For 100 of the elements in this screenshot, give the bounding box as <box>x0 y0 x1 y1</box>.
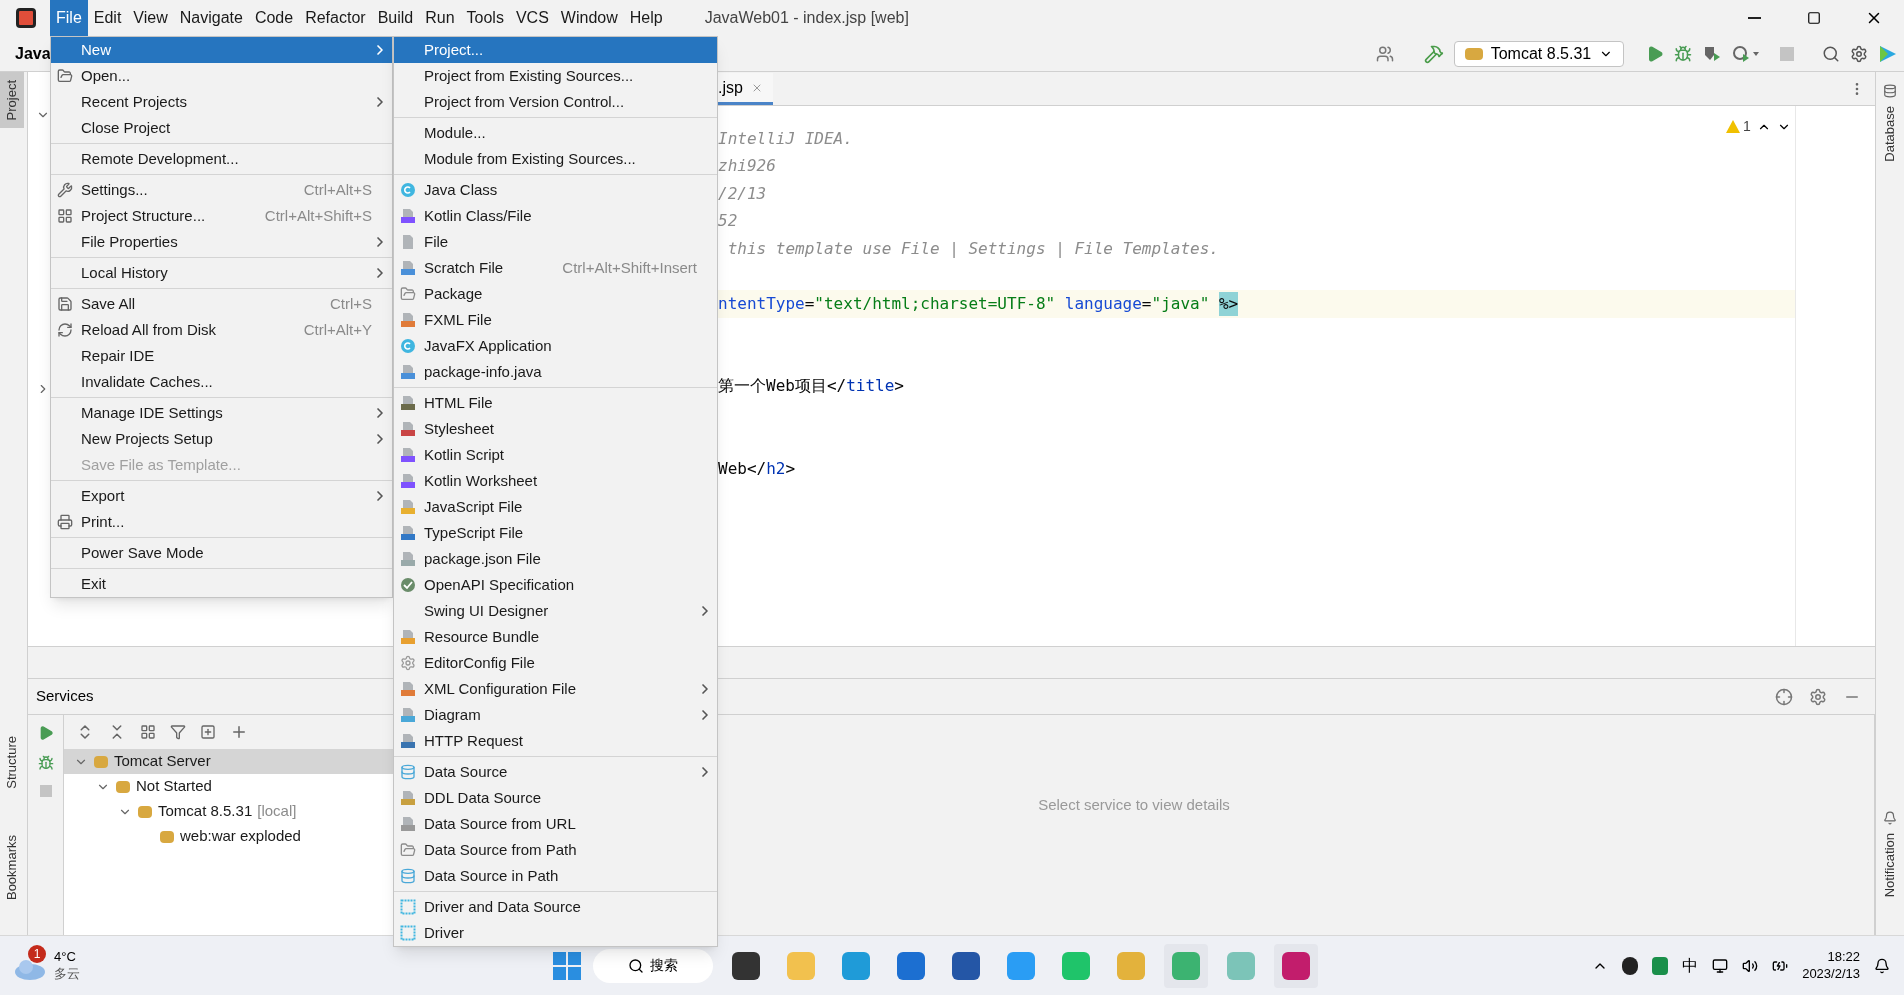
menu-item[interactable]: Settings... Ctrl+Alt+S <box>51 177 392 203</box>
filter-icon[interactable] <box>170 724 186 740</box>
run-configuration-dropdown[interactable]: Tomcat 8.5.31 <box>1454 40 1624 67</box>
menu-item[interactable]: Module... <box>394 120 717 146</box>
menu-item[interactable]: package.json File <box>394 546 717 572</box>
menu-item[interactable]: Save All Ctrl+S <box>51 291 392 317</box>
menu-item[interactable]: Reload All from Disk Ctrl+Alt+Y <box>51 317 392 343</box>
warning-count[interactable]: 1 <box>1743 116 1751 137</box>
menu-item[interactable]: Print... <box>51 509 392 535</box>
menu-item[interactable]: Java Class <box>394 177 717 203</box>
run-icon[interactable] <box>1646 44 1664 63</box>
menu-bar-item[interactable]: VCS <box>509 0 555 36</box>
menu-item[interactable]: Remote Development... <box>51 146 392 172</box>
tree-item[interactable]: Not Started <box>64 774 394 799</box>
tree-item[interactable]: Tomcat Server <box>64 749 394 774</box>
code-line: /2/13 <box>717 182 767 205</box>
menu-item[interactable]: Export <box>51 483 392 509</box>
notifications-icon[interactable] <box>1874 957 1890 974</box>
code-line: this template use File | Settings | File Templates. <box>726 237 1219 260</box>
tool-window-tab[interactable]: Bookmarks <box>0 827 24 909</box>
menu-bar-item[interactable]: Refactor <box>299 0 372 36</box>
tool-window-tab[interactable]: Notification <box>1878 824 1902 905</box>
menu-item[interactable]: Data Source <box>394 759 717 785</box>
menu-item[interactable]: Local History <box>51 260 392 286</box>
menu-item[interactable]: Data Source from Path <box>394 837 717 863</box>
menu-item[interactable]: Stylesheet <box>394 416 717 442</box>
menu-item[interactable]: Resource Bundle <box>394 624 717 650</box>
menu-bar-item[interactable]: Code <box>248 0 300 36</box>
tool-window-tab[interactable]: Structure <box>0 728 24 798</box>
menu-item[interactable]: HTTP Request <box>394 728 717 754</box>
menu-item[interactable]: OpenAPI Specification <box>394 572 717 598</box>
settings-icon[interactable] <box>1809 687 1827 706</box>
menu-item[interactable]: Swing UI Designer <box>394 598 717 624</box>
menu-item[interactable]: Kotlin Class/File <box>394 203 717 229</box>
menu-item[interactable]: Close Project <box>51 115 392 141</box>
new-group-icon[interactable] <box>200 724 216 740</box>
profiler-icon[interactable] <box>1732 43 1760 64</box>
menu-item[interactable]: JavaFX Application <box>394 333 717 359</box>
locate-icon[interactable] <box>1775 687 1793 706</box>
debug-icon[interactable] <box>37 755 54 771</box>
search-icon <box>628 957 644 974</box>
menu-bar-item[interactable]: Tools <box>460 0 510 36</box>
menu-item[interactable]: File Properties <box>51 229 392 255</box>
tool-window-tab[interactable]: Database <box>1878 98 1902 170</box>
menu-bar-item[interactable]: File <box>50 0 88 36</box>
start-icon[interactable] <box>552 950 582 981</box>
menu-item[interactable]: Open... <box>51 63 392 89</box>
menu-item[interactable]: Data Source in Path <box>394 863 717 889</box>
menu-item[interactable]: Recent Projects <box>51 89 392 115</box>
menu-item[interactable]: EditorConfig File <box>394 650 717 676</box>
menu-item[interactable]: HTML File <box>394 390 717 416</box>
debug-icon[interactable] <box>1674 44 1692 63</box>
menu-item[interactable]: Project Structure... Ctrl+Alt+Shift+S <box>51 203 392 229</box>
hammer-icon[interactable] <box>1424 43 1444 64</box>
code-line: 第一个Web项目</title> <box>717 375 904 398</box>
menu-item[interactable]: Manage IDE Settings <box>51 400 392 426</box>
menu-bar-item[interactable]: Run <box>419 0 461 36</box>
volume-icon[interactable] <box>1742 957 1759 974</box>
search-field[interactable]: 搜索 <box>593 948 713 983</box>
tool-window-tab[interactable]: Project <box>0 72 24 129</box>
menu-bar-item[interactable]: Build <box>371 0 420 36</box>
menu-item[interactable]: New <box>51 37 392 63</box>
panel-title: Services <box>36 686 94 707</box>
clock[interactable]: 18:22 2023/2/13 <box>1802 949 1860 982</box>
menu-item[interactable]: Scratch File Ctrl+Alt+Shift+Insert <box>394 255 717 281</box>
group-icon[interactable] <box>140 724 156 740</box>
add-icon[interactable] <box>230 723 248 741</box>
menu-bar-item[interactable]: Navigate <box>173 0 249 36</box>
menu-item[interactable]: New Projects Setup <box>51 426 392 452</box>
spec-icon <box>400 577 416 593</box>
display-icon[interactable] <box>1712 957 1729 974</box>
search-icon[interactable] <box>1822 44 1840 63</box>
menu-item[interactable]: Data Source from URL <box>394 811 717 837</box>
menu-bar-item[interactable]: View <box>127 0 174 36</box>
menu-item[interactable]: Driver and Data Source <box>394 894 717 920</box>
menu-item[interactable]: Power Save Mode <box>51 540 392 566</box>
settings-icon[interactable] <box>1850 44 1868 63</box>
menu-item[interactable]: TypeScript File <box>394 520 717 546</box>
menu-item[interactable]: JavaScript File <box>394 494 717 520</box>
menu-item[interactable]: Exit <box>51 571 392 597</box>
tree-item[interactable]: web:war exploded <box>64 824 394 849</box>
menu-item[interactable]: DDL Data Source <box>394 785 717 811</box>
menu-item[interactable]: File <box>394 229 717 255</box>
menu-bar-item[interactable]: Window <box>554 0 624 36</box>
menu-item[interactable]: Diagram <box>394 702 717 728</box>
input-method[interactable]: 中 <box>1682 953 1699 978</box>
menu-item[interactable]: Driver <box>394 920 717 946</box>
users-icon[interactable] <box>1376 44 1394 63</box>
menu-item[interactable]: package-info.java <box>394 359 717 385</box>
tree-item[interactable]: Tomcat 8.5.31 [local] <box>64 799 394 824</box>
menu-item[interactable]: Project... <box>394 37 717 63</box>
menu-item[interactable]: Repair IDE <box>51 343 392 369</box>
menu-item[interactable]: XML Configuration File <box>394 676 717 702</box>
menu-bar-item[interactable]: Edit <box>87 0 128 36</box>
menu-item[interactable]: Kotlin Worksheet <box>394 468 717 494</box>
menu-bar-item[interactable]: Help <box>623 0 669 36</box>
menu-item[interactable]: Module from Existing Sources... <box>394 146 717 172</box>
tray-app-icon[interactable] <box>1622 956 1639 975</box>
menu-item[interactable]: Invalidate Caches... <box>51 369 392 395</box>
menu-item[interactable]: Kotlin Script <box>394 442 717 468</box>
